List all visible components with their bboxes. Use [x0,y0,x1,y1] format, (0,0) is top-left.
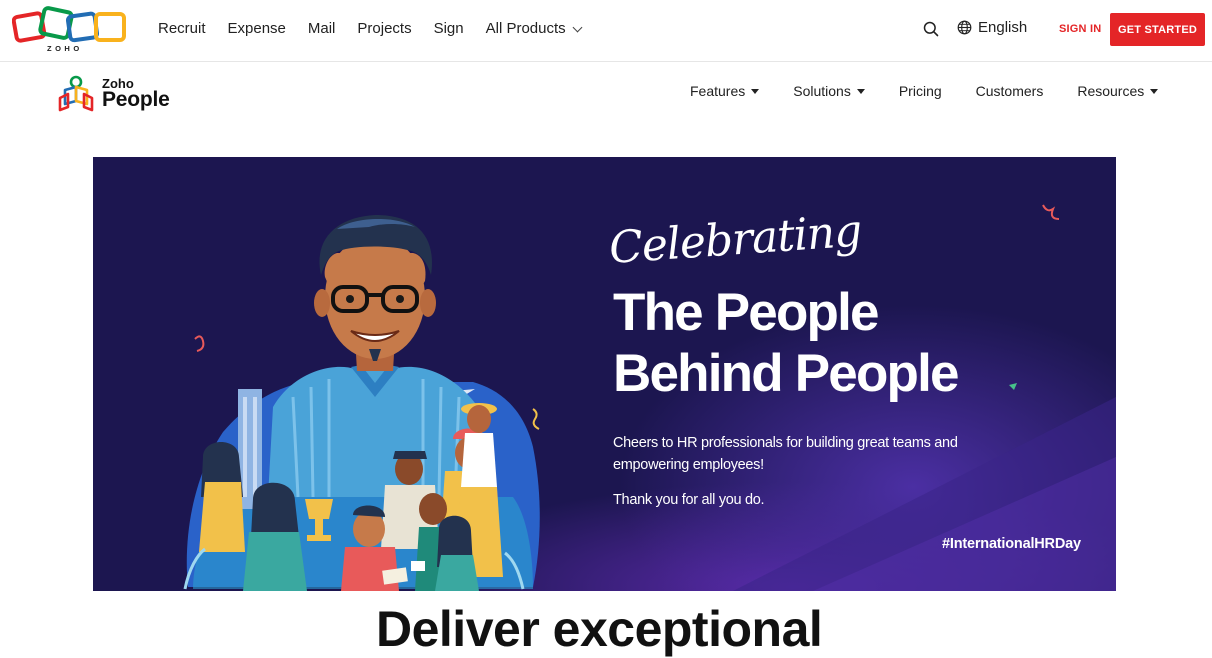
product-nav-bar: Zoho People Features Solutions Pricing C… [0,63,1212,123]
people-logo-icon [58,75,94,112]
top-nav-all-products[interactable]: All Products [485,19,583,39]
hero-banner[interactable]: Celebrating The People Behind People Che… [93,157,1116,591]
top-nav-mail[interactable]: Mail [308,19,336,39]
nav-resources-label: Resources [1077,83,1145,99]
zoho-people-logo[interactable]: Zoho People [56,74,186,114]
people-logo-people: People [102,88,170,111]
all-products-label: All Products [485,20,566,37]
caret-down-icon [856,88,865,94]
zoho-logo-icon [12,6,126,43]
nav-solutions[interactable]: Solutions [793,83,865,99]
hero-body-text: Cheers to HR professionals for building … [613,435,958,473]
caret-down-icon [1150,88,1159,94]
section-heading: Deliver exceptional [376,601,823,657]
sign-in-link[interactable]: SIGN IN [1059,23,1101,35]
nav-customers-label: Customers [975,83,1044,99]
hero-thanks-text: Thank you for all you do. [613,492,765,508]
nav-features[interactable]: Features [690,83,760,99]
product-nav: Features Solutions Pricing Customers Res… [690,83,1159,99]
language-selector[interactable]: English [957,19,1027,36]
nav-resources[interactable]: Resources [1077,83,1159,99]
nav-customers[interactable]: Customers [976,83,1044,99]
caret-down-icon [751,88,760,94]
hero-headline-line1: The People [613,283,880,342]
get-started-button[interactable]: GET STARTED [1110,13,1205,46]
nav-features-label: Features [690,83,746,99]
hero-hashtag: #InternationalHRDay [942,536,1081,552]
zoho-top-bar: ZOHO Recruit Expense Mail Projects Sign … [0,0,1212,62]
nav-pricing[interactable]: Pricing [899,83,942,99]
top-nav-projects[interactable]: Projects [357,19,411,39]
chevron-down-icon [572,22,583,32]
globe-icon [957,20,972,35]
zoho-logo[interactable]: ZOHO [12,6,128,56]
top-nav-sign[interactable]: Sign [434,19,464,39]
search-icon[interactable] [923,21,939,37]
nav-solutions-label: Solutions [793,83,851,99]
zoho-logo-text: ZOHO [47,44,83,53]
language-label: English [978,19,1028,36]
top-nav: Recruit Expense Mail Projects Sign All P… [158,19,603,39]
top-nav-recruit[interactable]: Recruit [158,19,206,39]
hero-headline-line2: Behind People [613,344,960,403]
top-nav-expense[interactable]: Expense [228,19,286,39]
hero-illustration [183,204,1116,591]
nav-pricing-label: Pricing [898,83,942,99]
